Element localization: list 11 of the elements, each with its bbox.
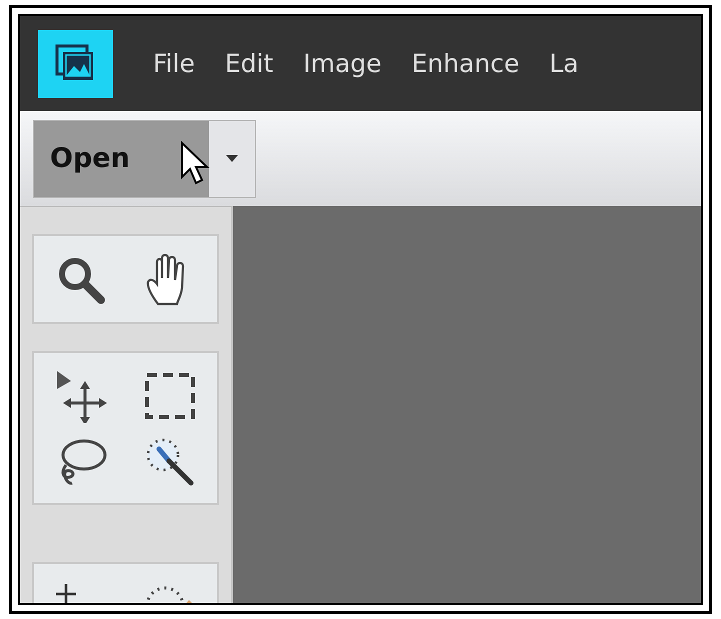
app-logo-icon — [38, 30, 113, 98]
marquee-tool-icon[interactable] — [143, 371, 198, 421]
menu-item[interactable]: Enhance — [400, 49, 530, 78]
menu-item[interactable]: File — [141, 49, 205, 78]
menu-item[interactable]: La — [537, 49, 589, 78]
menu-item[interactable]: Edit — [212, 49, 284, 78]
open-button[interactable]: Open — [34, 120, 209, 196]
caret-icon — [226, 155, 238, 162]
menu-item[interactable]: Image — [291, 49, 392, 78]
mouse-cursor-icon — [180, 141, 210, 187]
move-tool-icon[interactable] — [54, 369, 107, 423]
